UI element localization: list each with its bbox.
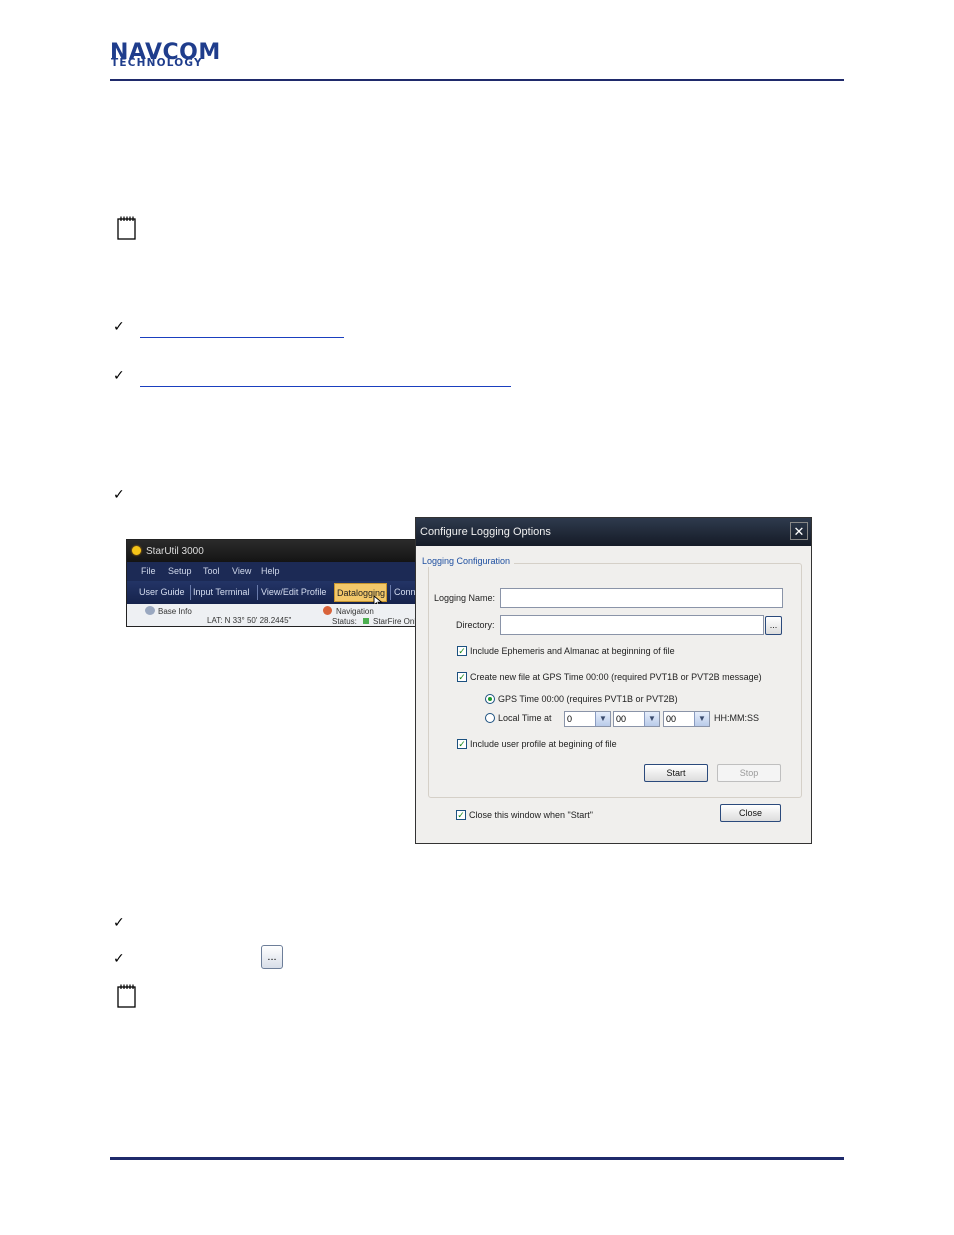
- check-icon: ✓: [113, 951, 125, 967]
- gps-time-radio[interactable]: [485, 694, 495, 704]
- note-icon: [116, 215, 136, 240]
- directory-browse-button[interactable]: ...: [765, 616, 782, 635]
- second-combo[interactable]: 00 ▼: [663, 711, 710, 727]
- navigation-icon: [323, 606, 332, 615]
- hyperlink-underline[interactable]: [140, 337, 344, 338]
- menu-tool[interactable]: Tool: [203, 562, 220, 581]
- minute-combo[interactable]: 00 ▼: [613, 711, 660, 727]
- second-value: 00: [666, 714, 677, 724]
- close-on-start-label: Close this window when "Start": [469, 810, 593, 820]
- tab-separator: [390, 585, 391, 600]
- tab-user-guide[interactable]: User Guide: [139, 581, 185, 604]
- browse-button-icon: ...: [261, 945, 283, 969]
- hour-combo[interactable]: 0 ▼: [564, 711, 611, 727]
- dialog-title: Configure Logging Options: [420, 526, 551, 538]
- check-icon: ✓: [113, 487, 125, 503]
- start-button[interactable]: Start: [644, 764, 708, 782]
- note-icon: [116, 983, 136, 1008]
- local-time-label: Local Time at: [498, 713, 552, 723]
- close-on-start-checkbox[interactable]: ✓: [456, 810, 466, 820]
- panel-navigation: Navigation: [336, 607, 374, 616]
- footer-rule: [110, 1157, 844, 1160]
- user-profile-label: Include user profile at begining of file: [470, 739, 617, 749]
- sun-icon: [132, 546, 141, 555]
- panel-base-info: Base Info: [158, 607, 192, 616]
- dialog-titlebar: Configure Logging Options ✕: [416, 518, 811, 546]
- tab-input-terminal[interactable]: Input Terminal: [193, 581, 249, 604]
- menu-help[interactable]: Help: [261, 562, 280, 581]
- user-profile-checkbox[interactable]: ✓: [457, 739, 467, 749]
- starutil-titlebar: StarUtil 3000: [127, 540, 417, 562]
- logging-name-input[interactable]: [500, 588, 783, 608]
- starutil-menubar: File Setup Tool View Help: [127, 562, 417, 581]
- starutil-body: Base Info LAT: N 33° 50' 28.2445" Naviga…: [127, 604, 417, 626]
- tab-separator: [257, 585, 258, 600]
- chevron-down-icon[interactable]: ▼: [694, 712, 709, 726]
- status-label: Status:: [332, 617, 357, 626]
- group-label: Logging Configuration: [418, 555, 515, 567]
- check-icon: ✓: [113, 915, 125, 931]
- close-icon[interactable]: ✕: [790, 522, 808, 540]
- status-value: StarFire Onl: [373, 617, 417, 626]
- stop-button[interactable]: Stop: [717, 764, 781, 782]
- starutil-toolbar: User Guide Input Terminal View/Edit Prof…: [127, 581, 417, 608]
- navcom-logo-subtitle: TECHNOLOGY: [111, 57, 203, 69]
- logging-name-label: Logging Name:: [434, 593, 496, 603]
- header-rule: [110, 79, 844, 81]
- hour-value: 0: [567, 714, 573, 724]
- directory-input[interactable]: [500, 615, 764, 635]
- tab-separator: [190, 585, 191, 600]
- menu-setup[interactable]: Setup: [168, 562, 192, 581]
- new-file-label: Create new file at GPS Time 00:00 (requi…: [470, 672, 762, 682]
- starutil-window: StarUtil 3000 File Setup Tool View Help …: [126, 539, 418, 627]
- status-indicator: [363, 618, 369, 624]
- time-format-label: HH:MM:SS: [714, 713, 759, 723]
- local-time-radio[interactable]: [485, 713, 495, 723]
- ephemeris-checkbox[interactable]: ✓: [457, 646, 467, 656]
- latitude-readout: LAT: N 33° 50' 28.2445": [207, 616, 292, 625]
- tab-conn[interactable]: Conn: [394, 581, 416, 604]
- globe-icon: [145, 606, 155, 615]
- menu-file[interactable]: File: [141, 562, 156, 581]
- close-button[interactable]: Close: [720, 804, 781, 822]
- starutil-title: StarUtil 3000: [146, 546, 204, 557]
- radio-selected-dot: [488, 697, 492, 701]
- chevron-down-icon[interactable]: ▼: [595, 712, 610, 726]
- check-icon: ✓: [113, 368, 125, 384]
- new-file-checkbox[interactable]: ✓: [457, 672, 467, 682]
- minute-value: 00: [616, 714, 627, 724]
- hyperlink-underline[interactable]: [140, 386, 511, 387]
- check-icon: ✓: [113, 319, 125, 335]
- chevron-down-icon[interactable]: ▼: [644, 712, 659, 726]
- gps-time-label: GPS Time 00:00 (requires PVT1B or PVT2B): [498, 694, 678, 704]
- directory-label: Directory:: [456, 620, 495, 630]
- ephemeris-label: Include Ephemeris and Almanac at beginni…: [470, 646, 675, 656]
- tab-view-edit-profile[interactable]: View/Edit Profile: [261, 581, 326, 604]
- menu-view[interactable]: View: [232, 562, 251, 581]
